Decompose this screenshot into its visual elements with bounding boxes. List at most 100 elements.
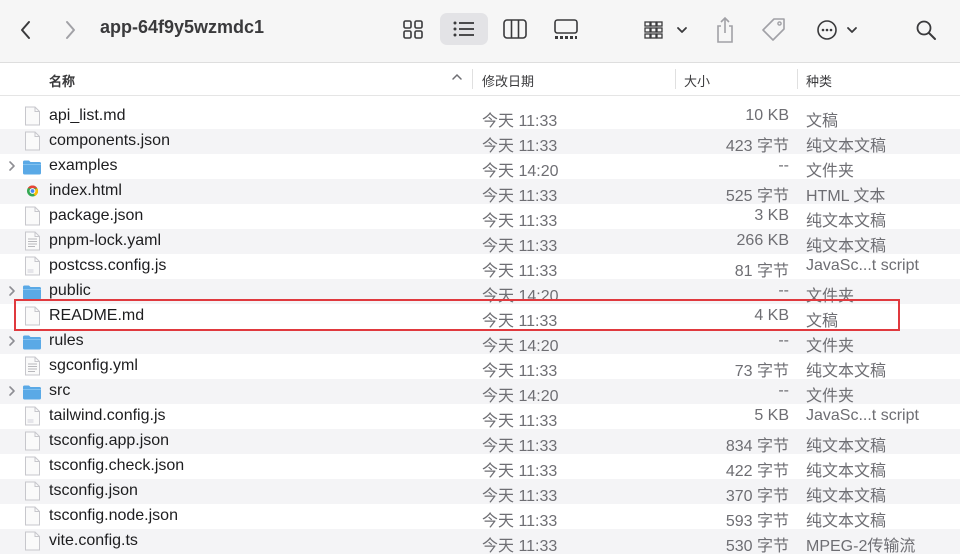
file-name: README.md <box>49 307 145 324</box>
file-kind: JavaSc...t script <box>806 257 919 274</box>
file-name: sgconfig.yml <box>49 357 138 374</box>
list-icon <box>453 21 474 37</box>
file-kind: 纯文本文稿 <box>806 438 887 455</box>
file-name: examples <box>49 157 118 174</box>
file-row[interactable]: package.json 今天 11:33 3 KB 纯文本文稿 <box>0 204 960 230</box>
file-row[interactable]: pnpm-lock.yaml 今天 11:33 266 KB 纯文本文稿 <box>0 229 960 255</box>
file-kind: 文稿 <box>806 113 839 130</box>
columns-icon <box>503 19 527 39</box>
file-date: 今天 14:20 <box>482 163 559 180</box>
file-row[interactable]: tsconfig.json 今天 11:33 370 字节 纯文本文稿 <box>0 479 960 505</box>
column-date-header[interactable]: 修改日期 <box>482 71 534 90</box>
file-name: components.json <box>49 132 170 149</box>
disclosure-chevron-icon[interactable] <box>6 284 18 298</box>
file-row[interactable]: index.html 今天 11:33 525 字节 HTML 文本 <box>0 179 960 205</box>
document-icon <box>24 306 41 326</box>
file-kind: 纯文本文稿 <box>806 138 887 155</box>
file-date: 今天 11:33 <box>482 363 558 380</box>
file-kind: 纯文本文稿 <box>806 463 887 480</box>
file-date: 今天 11:33 <box>482 538 558 555</box>
file-name: api_list.md <box>49 107 126 124</box>
icon-view-button[interactable] <box>389 13 437 45</box>
file-kind: 纯文本文稿 <box>806 238 887 255</box>
file-kind: 文件夹 <box>806 163 855 180</box>
file-row[interactable]: public 今天 14:20 -- 文件夹 <box>0 279 960 305</box>
share-button[interactable] <box>710 14 740 46</box>
file-row[interactable]: README.md 今天 11:33 4 KB 文稿 <box>0 304 960 330</box>
list-view-button[interactable] <box>440 13 488 45</box>
file-kind: 文件夹 <box>806 288 855 305</box>
file-size: 422 字节 <box>725 463 789 480</box>
file-kind: 纯文本文稿 <box>806 213 887 230</box>
column-name-header[interactable]: 名称 <box>49 71 75 90</box>
document-icon <box>24 131 41 151</box>
file-kind: JavaSc...t script <box>806 407 919 424</box>
file-name: postcss.config.js <box>49 257 167 274</box>
file-date: 今天 11:33 <box>482 513 558 530</box>
document-icon <box>24 506 41 526</box>
file-row[interactable]: sgconfig.yml 今天 11:33 73 字节 纯文本文稿 <box>0 354 960 380</box>
file-size: -- <box>778 382 789 399</box>
file-size: -- <box>778 157 789 174</box>
file-row[interactable]: tailwind.config.js 今天 11:33 5 KB JavaSc...t… <box>0 404 960 430</box>
file-row[interactable]: examples 今天 14:20 -- 文件夹 <box>0 154 960 180</box>
tag-button[interactable] <box>758 15 790 45</box>
file-date: 今天 11:33 <box>482 238 558 255</box>
file-date: 今天 11:33 <box>482 113 558 130</box>
forward-button[interactable] <box>56 16 84 44</box>
disclosure-chevron-icon[interactable] <box>6 159 18 173</box>
file-name: rules <box>49 332 84 349</box>
file-row[interactable]: tsconfig.check.json 今天 11:33 422 字节 纯文本文稿 <box>0 454 960 480</box>
search-button[interactable] <box>912 16 940 44</box>
gallery-view-button[interactable] <box>542 13 590 45</box>
document-icon <box>24 431 41 451</box>
column-size-header[interactable]: 大小 <box>684 71 710 90</box>
file-name: tsconfig.node.json <box>49 507 178 524</box>
chevron-right-icon <box>66 21 75 39</box>
document-icon <box>24 456 41 476</box>
group-grid-icon <box>644 21 687 39</box>
column-divider[interactable] <box>472 69 473 89</box>
back-button[interactable] <box>12 16 40 44</box>
sort-ascending-icon[interactable] <box>451 70 463 87</box>
column-kind-header[interactable]: 种类 <box>806 71 832 90</box>
file-date: 今天 11:33 <box>482 263 558 280</box>
disclosure-chevron-icon[interactable] <box>6 384 18 398</box>
file-row[interactable]: rules 今天 14:20 -- 文件夹 <box>0 329 960 355</box>
file-size: 266 KB <box>736 232 789 249</box>
disclosure-chevron-icon[interactable] <box>6 334 18 348</box>
file-row[interactable]: components.json 今天 11:33 423 字节 纯文本文稿 <box>0 129 960 155</box>
document-icon <box>24 206 41 226</box>
file-row[interactable]: postcss.config.js 今天 11:33 81 字节 JavaSc...t… <box>0 254 960 280</box>
more-actions-button[interactable] <box>812 15 862 45</box>
file-name: tsconfig.json <box>49 482 138 499</box>
file-date: 今天 11:33 <box>482 188 558 205</box>
file-row[interactable]: src 今天 14:20 -- 文件夹 <box>0 379 960 405</box>
column-divider[interactable] <box>675 69 676 89</box>
file-size: 525 字节 <box>725 188 789 205</box>
document-icon <box>24 481 41 501</box>
group-button[interactable] <box>640 16 692 44</box>
file-row[interactable]: tsconfig.app.json 今天 11:33 834 字节 纯文本文稿 <box>0 429 960 455</box>
share-icon <box>717 16 733 43</box>
file-date: 今天 11:33 <box>482 138 558 155</box>
column-divider[interactable] <box>797 69 798 89</box>
file-date: 今天 11:33 <box>482 438 558 455</box>
tag-icon <box>762 18 785 41</box>
file-size: -- <box>778 282 789 299</box>
file-date: 今天 11:33 <box>482 463 558 480</box>
file-row[interactable]: tsconfig.node.json 今天 11:33 593 字节 纯文本文稿 <box>0 504 960 530</box>
file-size: 81 字节 <box>734 263 789 280</box>
file-size: 3 KB <box>754 207 789 224</box>
chevron-left-icon <box>21 21 30 39</box>
file-kind: 纯文本文稿 <box>806 363 887 380</box>
file-size: 73 字节 <box>734 363 789 380</box>
file-name: index.html <box>49 182 122 199</box>
document-icon <box>24 106 41 126</box>
file-name: src <box>49 382 71 399</box>
file-kind: HTML 文本 <box>806 188 886 205</box>
file-name: tsconfig.check.json <box>49 457 185 474</box>
column-view-button[interactable] <box>491 13 539 45</box>
file-row[interactable]: api_list.md 今天 11:33 10 KB 文稿 <box>0 104 960 130</box>
document-icon <box>24 406 41 426</box>
